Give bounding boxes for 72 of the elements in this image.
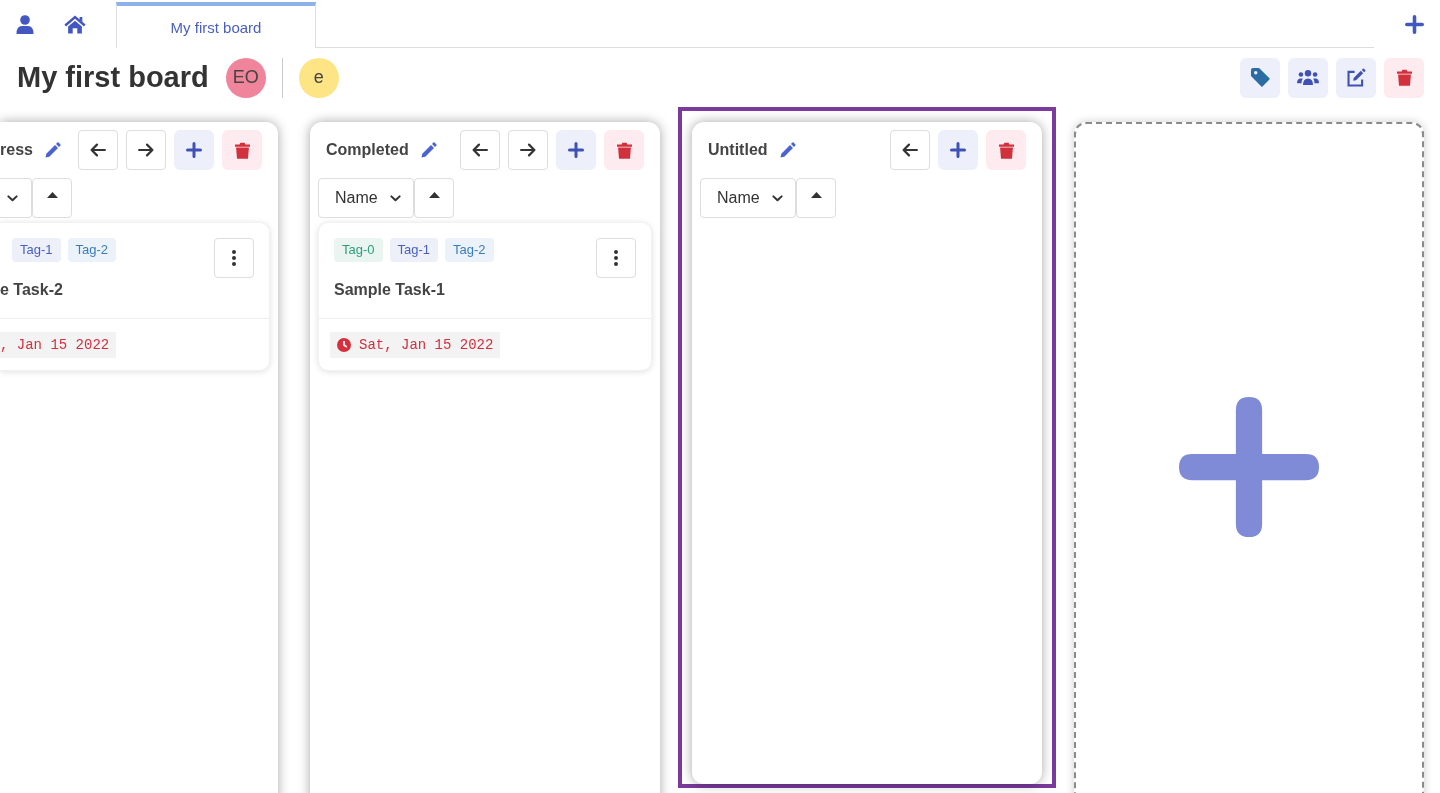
sort-direction-button[interactable] <box>414 178 454 218</box>
tag-label: Tag-0 <box>334 238 383 262</box>
clock-icon <box>337 338 351 352</box>
move-left-button[interactable] <box>460 130 500 170</box>
delete-column-button[interactable] <box>604 130 644 170</box>
move-right-button[interactable] <box>508 130 548 170</box>
board-title: My first board <box>17 61 209 94</box>
add-task-button[interactable] <box>556 130 596 170</box>
user-icon[interactable] <box>16 14 34 34</box>
tags-button[interactable] <box>1240 57 1280 98</box>
more-icon <box>232 250 236 266</box>
tag-label: Tag-2 <box>67 238 117 262</box>
sort-select[interactable]: Name <box>700 178 796 218</box>
board-tab[interactable]: My first board <box>116 2 316 48</box>
edit-board-button[interactable] <box>1336 57 1376 98</box>
trash-icon <box>1396 69 1412 86</box>
plus-icon <box>186 142 202 158</box>
user-avatar: e <box>298 57 339 98</box>
arrow-left-icon <box>472 143 488 157</box>
trash-icon <box>234 141 250 159</box>
add-task-button[interactable] <box>174 130 214 170</box>
sort-direction-button[interactable] <box>796 178 836 218</box>
plus-icon <box>950 142 966 158</box>
column-title: ress <box>0 141 33 159</box>
move-left-button[interactable] <box>78 130 118 170</box>
column-title: Untitled <box>708 141 768 159</box>
move-right-button[interactable] <box>126 130 166 170</box>
task-card[interactable]: Tag-1 Tag-2 e Task-2 , Jan 15 2022 <box>0 222 270 371</box>
members-button[interactable] <box>1288 57 1328 98</box>
chevron-down-icon <box>390 194 401 202</box>
tag-icon <box>1250 68 1270 87</box>
tag-label: Tag-1 <box>12 238 61 262</box>
plus-icon <box>1179 397 1319 537</box>
pencil-icon[interactable] <box>779 142 796 158</box>
trash-icon <box>616 141 632 159</box>
more-icon <box>614 250 618 266</box>
task-title: Sample Task-1 <box>334 280 446 300</box>
plus-icon <box>568 142 584 158</box>
move-left-button[interactable] <box>890 130 930 170</box>
caret-up-icon <box>46 192 58 198</box>
delete-column-button[interactable] <box>222 130 262 170</box>
delete-column-button[interactable] <box>986 130 1026 170</box>
home-icon[interactable] <box>64 14 86 34</box>
sort-direction-button[interactable] <box>32 178 72 218</box>
tag-label: Tag-1 <box>389 238 439 262</box>
task-title: e Task-2 <box>0 280 64 300</box>
user-avatar: EO <box>225 57 266 98</box>
sort-select[interactable]: Name <box>318 178 414 218</box>
due-date-text: , Jan 15 2022 <box>0 337 110 353</box>
tag-label: Tag-2 <box>445 238 494 262</box>
due-date-text: Sat, Jan 15 2022 <box>359 337 494 353</box>
chevron-down-icon <box>7 194 18 202</box>
plus-icon[interactable] <box>1405 14 1424 34</box>
column-title: Completed <box>326 141 409 159</box>
caret-up-icon <box>810 192 822 198</box>
arrow-right-icon <box>520 143 536 157</box>
trash-icon <box>998 141 1014 159</box>
caret-up-icon <box>428 192 440 198</box>
pencil-icon[interactable] <box>420 142 437 158</box>
arrow-left-icon <box>902 143 918 157</box>
users-icon <box>1297 70 1319 85</box>
add-column-button[interactable] <box>1074 122 1424 793</box>
add-task-button[interactable] <box>938 130 978 170</box>
edit-icon <box>1346 68 1366 87</box>
pencil-icon[interactable] <box>44 142 61 158</box>
chevron-down-icon <box>772 194 783 202</box>
delete-board-button[interactable] <box>1384 57 1424 98</box>
arrow-right-icon <box>138 143 154 157</box>
task-menu-button[interactable] <box>596 238 636 278</box>
task-card[interactable]: Tag-0 Tag-1 Tag-2 Sample Task-1 Sat, Jan 15 2022 <box>318 222 652 371</box>
task-menu-button[interactable] <box>214 238 254 278</box>
arrow-left-icon <box>90 143 106 157</box>
